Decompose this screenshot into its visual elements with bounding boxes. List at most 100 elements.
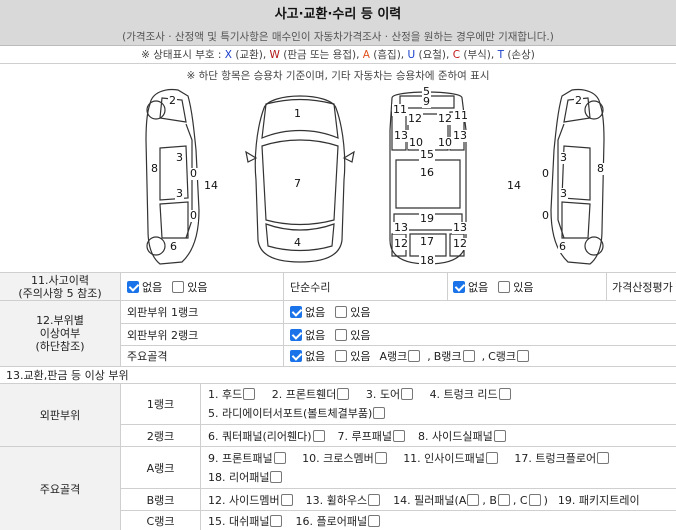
- checkbox[interactable]: [467, 493, 480, 506]
- legend-text-u: (요철),: [415, 49, 453, 61]
- frame-rank-b-option[interactable]: B랭크: [434, 348, 478, 364]
- diagram-label: 0: [541, 167, 550, 180]
- part-front-fender[interactable]: 2. 프론트휀더: [272, 388, 353, 401]
- repair-none-option[interactable]: 없음: [452, 279, 488, 295]
- legend-prefix: ※ 상태표시 부호 :: [141, 49, 225, 61]
- legend-text-x: (교환),: [232, 49, 270, 61]
- option-label: 있음: [350, 350, 371, 363]
- part-quarter-panel[interactable]: 6. 쿼터패널(리어휀다): [208, 428, 328, 444]
- parts-label-2: 이상여부: [39, 327, 81, 340]
- checkbox[interactable]: [485, 451, 498, 464]
- checkbox[interactable]: [273, 451, 286, 464]
- diagram-label: 2: [574, 94, 583, 107]
- frame-rank-a-option[interactable]: A랭크: [380, 348, 424, 364]
- checkbox[interactable]: [172, 280, 185, 293]
- diagram-label: 13: [393, 129, 409, 142]
- frame-label: 주요골격: [127, 350, 168, 363]
- checkbox[interactable]: [498, 388, 511, 400]
- legend-code-a: A: [362, 49, 370, 61]
- part-side-sill-panel[interactable]: 8. 사이드실패널: [418, 428, 509, 444]
- checkbox-checked[interactable]: [127, 280, 139, 293]
- part-label: 6. 쿼터패널(리어휀다): [208, 429, 312, 443]
- checkbox[interactable]: [408, 350, 421, 362]
- checkbox[interactable]: [335, 328, 348, 341]
- part-door[interactable]: 3. 도어: [366, 388, 416, 401]
- frame-yes-option[interactable]: 있음: [334, 348, 371, 364]
- part-label: 16. 플로어패널: [295, 514, 368, 528]
- checkbox[interactable]: [243, 388, 256, 400]
- rank1-yes-option[interactable]: 있음: [334, 304, 371, 320]
- legend-code-w: W: [269, 49, 280, 61]
- checkbox[interactable]: [270, 470, 283, 483]
- checkbox[interactable]: [516, 350, 529, 362]
- diagram-label: 7: [293, 177, 302, 190]
- simple-repair-label: 단순수리: [290, 280, 331, 294]
- checkbox[interactable]: [393, 429, 406, 442]
- frame-none-option[interactable]: 없음: [289, 348, 325, 364]
- rank-b-items: 12. 사이드멤버 13. 휠하우스 14. 필러패널(A , B , C) 19.…: [208, 489, 676, 510]
- diagram-label: 12: [407, 112, 423, 125]
- checkbox[interactable]: [312, 429, 325, 442]
- part-label: 12. 사이드멤버: [208, 493, 280, 507]
- diagram-label: 6: [558, 240, 567, 253]
- checkbox-checked[interactable]: [290, 306, 302, 318]
- checkbox[interactable]: [401, 388, 414, 400]
- part-rear-panel[interactable]: 18. 리어패널: [208, 470, 285, 484]
- part-radiator-support[interactable]: 5. 라디에이터서포트(볼트체결부품): [208, 407, 388, 420]
- rank2-yes-option[interactable]: 있음: [334, 327, 371, 343]
- checkbox[interactable]: [374, 451, 387, 464]
- diagram-label: 3: [559, 151, 568, 164]
- rank2-none-option[interactable]: 없음: [289, 327, 325, 343]
- diagram-label: 17: [419, 235, 435, 248]
- repair-yes-option[interactable]: 있음: [497, 279, 534, 295]
- checkbox[interactable]: [335, 306, 348, 318]
- diagram-label: 4: [293, 236, 302, 249]
- checkbox-checked[interactable]: [453, 280, 465, 293]
- part-side-member[interactable]: 12. 사이드멤버: [208, 492, 296, 508]
- part-label: 2. 프론트휀더: [271, 388, 337, 401]
- part-cross-member[interactable]: 10. 크로스멤버: [302, 451, 390, 465]
- part-hood[interactable]: 1. 후드: [208, 388, 258, 401]
- legend-text-t: (손상): [504, 49, 535, 61]
- checkbox[interactable]: [462, 350, 475, 362]
- part-label: , B: [482, 493, 497, 507]
- option-label: 없음: [305, 328, 326, 342]
- accident-yes-option[interactable]: 있음: [171, 279, 208, 295]
- checkbox[interactable]: [497, 493, 510, 506]
- diagram-label: 18: [419, 254, 435, 267]
- outer-rank1-label: 외판부위 1랭크: [127, 306, 199, 319]
- checkbox[interactable]: [368, 493, 381, 506]
- part-package-tray[interactable]: 19. 패키지트레이: [558, 492, 640, 508]
- checkbox[interactable]: [280, 493, 293, 506]
- checkbox[interactable]: [368, 514, 381, 527]
- checkbox[interactable]: [498, 280, 511, 293]
- part-inside-panel[interactable]: 11. 인사이드패널: [403, 451, 501, 465]
- checkbox[interactable]: [335, 350, 348, 362]
- part-wheel-house[interactable]: 13. 휠하우스: [306, 492, 383, 508]
- accident-none-option[interactable]: 없음: [126, 279, 162, 295]
- part-dash-panel[interactable]: 15. 대쉬패널: [208, 513, 285, 529]
- part-label: , C: [512, 493, 528, 507]
- part-pillar-panel[interactable]: 14. 필러패널(A , B , C): [393, 492, 548, 508]
- checkbox[interactable]: [373, 407, 386, 419]
- part-label: 8. 사이드실패널: [418, 429, 493, 443]
- part-trunk-floor[interactable]: 17. 트렁크플로어: [514, 451, 612, 465]
- checkbox[interactable]: [597, 451, 610, 464]
- frame-rank-c-option[interactable]: C랭크: [488, 348, 532, 364]
- checkbox-checked[interactable]: [290, 328, 302, 341]
- checkbox[interactable]: [493, 429, 506, 442]
- diagram-label: 11: [453, 109, 469, 122]
- checkbox-checked[interactable]: [290, 350, 302, 362]
- part-trunk-lid[interactable]: 4. 트렁크 리드: [430, 388, 514, 401]
- checkbox[interactable]: [270, 514, 283, 527]
- part-roof-panel[interactable]: 7. 루프패널: [338, 428, 408, 444]
- checkbox[interactable]: [528, 493, 541, 506]
- rank1-items: 1. 후드 2. 프론트휀더 3. 도어 4. 트렁크 리드 5. 라디에이터서…: [208, 384, 676, 424]
- part-floor-panel[interactable]: 16. 플로어패널: [295, 513, 383, 529]
- header-bar: 사고·교환·수리 등 이력 (가격조사 · 산정액 및 특기사항은 매수인이 자…: [0, 0, 676, 46]
- rank-a-line1: 9. 프론트패널 10. 크로스멤버 11. 인사이드패널 17. 트렁크플로어: [208, 449, 622, 468]
- checkbox[interactable]: [337, 388, 350, 400]
- price-evaluation-label: 가격산정평가: [612, 280, 673, 294]
- part-front-panel[interactable]: 9. 프론트패널: [208, 451, 289, 465]
- rank1-none-option[interactable]: 없음: [289, 304, 325, 320]
